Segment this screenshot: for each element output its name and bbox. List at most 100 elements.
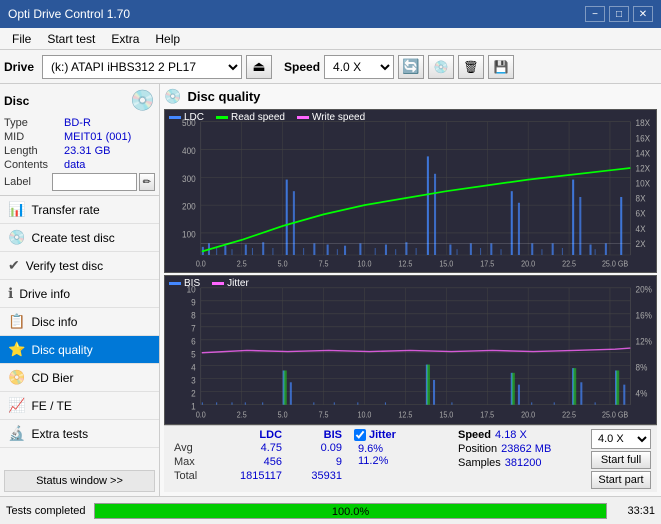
sidebar-item-disc-quality[interactable]: ⭐ Disc quality xyxy=(0,336,159,364)
menu-start-test[interactable]: Start test xyxy=(39,30,103,48)
jitter-max-value: 11.2% xyxy=(358,455,388,467)
svg-text:20.0: 20.0 xyxy=(521,411,535,421)
extra-tests-icon: 🔬 xyxy=(8,425,25,442)
content-area: 💿 Disc quality LDC Read speed xyxy=(160,84,661,496)
svg-text:25.0 GB: 25.0 GB xyxy=(602,259,628,269)
samples-value: 381200 xyxy=(505,457,542,469)
verify-test-disc-icon: ✔ xyxy=(8,257,20,274)
svg-text:15.0: 15.0 xyxy=(439,411,453,421)
toolbar: Drive (k:) ATAPI iHBS312 2 PL17 ⏏ Speed … xyxy=(0,50,661,84)
disc-label-btn[interactable]: ✏ xyxy=(139,173,155,191)
write-speed-legend-label: Write speed xyxy=(312,112,365,123)
position-value: 23862 MB xyxy=(501,443,551,455)
chart2-legend: BIS Jitter xyxy=(169,278,249,289)
ldc-bis-table: LDC BIS Avg 4.75 0.09 Max xyxy=(170,429,350,483)
max-bis: 9 xyxy=(290,455,350,469)
erase-button[interactable]: 🗑 xyxy=(458,55,484,79)
svg-text:300: 300 xyxy=(182,173,196,184)
nav-items: 📊 Transfer rate 💿 Create test disc ✔ Ver… xyxy=(0,196,159,466)
sidebar-item-create-test-disc[interactable]: 💿 Create test disc xyxy=(0,224,159,252)
speed-select[interactable]: 4.0 X 2.0 X 1.0 X Max xyxy=(324,55,394,79)
bis-legend-dot xyxy=(169,282,181,285)
disc-contents-label: Contents xyxy=(4,159,64,171)
drive-info-icon: ℹ xyxy=(8,285,13,302)
menu-extra[interactable]: Extra xyxy=(103,30,147,48)
svg-text:10.0: 10.0 xyxy=(358,411,372,421)
stats-row: LDC BIS Avg 4.75 0.09 Max xyxy=(170,429,651,489)
chart-panel-title: Disc quality xyxy=(187,89,260,104)
chart2-svg: 10 9 8 7 6 5 4 3 2 1 20% 16% 12% xyxy=(165,276,656,424)
drive-select[interactable]: (k:) ATAPI iHBS312 2 PL17 xyxy=(42,55,242,79)
jitter-avg-row: 9.6% xyxy=(354,443,454,455)
menu-help[interactable]: Help xyxy=(147,30,188,48)
speed-label: Speed xyxy=(284,60,320,74)
sidebar-item-disc-info[interactable]: 📋 Disc info xyxy=(0,308,159,336)
total-bis: 35931 xyxy=(290,469,350,483)
cd-bier-label: CD Bier xyxy=(31,371,73,385)
title-bar-controls: − □ ✕ xyxy=(585,6,653,22)
total-label: Total xyxy=(170,469,214,483)
status-bar: Tests completed 100.0% 33:31 xyxy=(0,496,661,524)
svg-text:2X: 2X xyxy=(636,238,646,249)
disc-section: Disc 💿 Type BD-R MID MEIT01 (001) Length… xyxy=(0,84,159,196)
menu-bar: File Start test Extra Help xyxy=(0,28,661,50)
total-row: Total 1815117 35931 xyxy=(170,469,350,483)
stats-speed-select[interactable]: 4.0 X 2.0 X 1.0 X xyxy=(591,429,651,449)
svg-text:200: 200 xyxy=(182,201,196,212)
sidebar-item-extra-tests[interactable]: 🔬 Extra tests xyxy=(0,420,159,448)
speed-current-value: 4.18 X xyxy=(495,429,527,441)
avg-ldc: 4.75 xyxy=(214,441,290,455)
disc-mid-label: MID xyxy=(4,131,64,143)
total-ldc: 1815117 xyxy=(214,469,290,483)
svg-text:5.0: 5.0 xyxy=(278,259,288,269)
create-test-disc-label: Create test disc xyxy=(31,231,114,245)
speed-section: Speed 4.18 X Position 23862 MB Samples 3… xyxy=(458,429,578,469)
disc-contents-value: data xyxy=(64,159,85,171)
disc-type-row: Type BD-R xyxy=(4,117,155,129)
sidebar-item-cd-bier[interactable]: 📀 CD Bier xyxy=(0,364,159,392)
jitter-label: Jitter xyxy=(369,429,396,441)
create-test-disc-icon: 💿 xyxy=(8,229,25,246)
disc-label-input[interactable] xyxy=(52,173,137,191)
chart-panel-icon: 💿 xyxy=(164,88,181,105)
jitter-checkbox[interactable] xyxy=(354,429,366,441)
svg-text:4: 4 xyxy=(191,362,196,373)
start-part-button[interactable]: Start part xyxy=(591,471,651,489)
svg-text:20%: 20% xyxy=(636,284,652,295)
svg-text:8X: 8X xyxy=(636,193,646,204)
minimize-button[interactable]: − xyxy=(585,6,605,22)
svg-text:8%: 8% xyxy=(636,362,648,373)
burn-button[interactable]: 💿 xyxy=(428,55,454,79)
chart-panel: 💿 Disc quality LDC Read speed xyxy=(160,84,661,496)
disc-info-icon: 📋 xyxy=(8,313,25,330)
drive-label: Drive xyxy=(4,60,34,74)
sidebar-item-transfer-rate[interactable]: 📊 Transfer rate xyxy=(0,196,159,224)
svg-text:7.5: 7.5 xyxy=(319,411,329,421)
close-button[interactable]: ✕ xyxy=(633,6,653,22)
bis-legend-label: BIS xyxy=(184,278,200,289)
maximize-button[interactable]: □ xyxy=(609,6,629,22)
sidebar-item-verify-test-disc[interactable]: ✔ Verify test disc xyxy=(0,252,159,280)
disc-quality-label: Disc quality xyxy=(31,343,92,357)
jitter-legend: Jitter xyxy=(212,278,249,289)
svg-text:6: 6 xyxy=(191,336,196,347)
speed-header-row: Speed 4.18 X xyxy=(458,429,578,441)
charts-container: LDC Read speed Write speed xyxy=(164,109,657,425)
refresh-button[interactable]: 🔄 xyxy=(398,55,424,79)
menu-file[interactable]: File xyxy=(4,30,39,48)
sidebar-item-drive-info[interactable]: ℹ Drive info xyxy=(0,280,159,308)
main-layout: Disc 💿 Type BD-R MID MEIT01 (001) Length… xyxy=(0,84,661,496)
save-button[interactable]: 💾 xyxy=(488,55,514,79)
speed-header-label: Speed xyxy=(458,429,491,441)
svg-text:9: 9 xyxy=(191,297,196,308)
progress-bar-text: 100.0% xyxy=(95,504,606,520)
transfer-rate-icon: 📊 xyxy=(8,201,25,218)
svg-text:0.0: 0.0 xyxy=(196,259,206,269)
eject-button[interactable]: ⏏ xyxy=(246,55,272,79)
sidebar-item-fe-te[interactable]: 📈 FE / TE xyxy=(0,392,159,420)
read-speed-legend-dot xyxy=(216,116,228,119)
controls-section: 4.0 X 2.0 X 1.0 X Start full Start part xyxy=(591,429,651,489)
svg-text:5: 5 xyxy=(191,349,196,360)
start-full-button[interactable]: Start full xyxy=(591,451,651,469)
status-window-btn[interactable]: Status window >> xyxy=(4,470,155,492)
